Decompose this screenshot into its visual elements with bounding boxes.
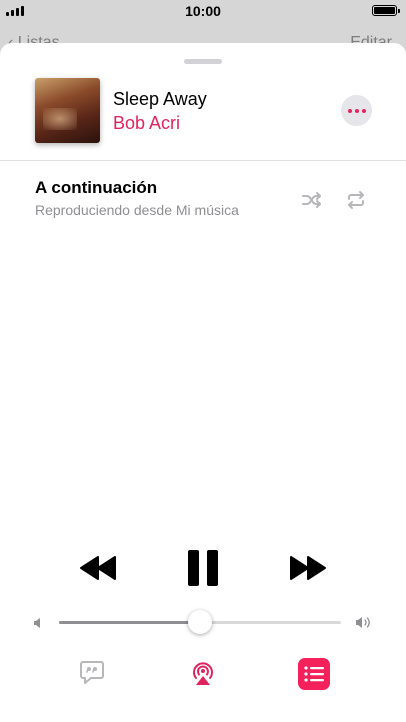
status-time: 10:00 bbox=[185, 3, 221, 19]
volume-level bbox=[59, 621, 200, 624]
airplay-icon[interactable] bbox=[190, 659, 216, 687]
status-bar: 10:00 bbox=[0, 0, 406, 22]
now-playing-sheet: Sleep Away Bob Acri A continuación Repro… bbox=[0, 43, 406, 722]
sheet-grabber[interactable] bbox=[184, 59, 222, 64]
rewind-icon[interactable] bbox=[79, 555, 117, 581]
ellipsis-icon bbox=[347, 108, 352, 113]
divider bbox=[0, 160, 406, 161]
repeat-icon[interactable] bbox=[345, 190, 367, 210]
queue-list-button[interactable] bbox=[298, 658, 330, 690]
volume-high-icon bbox=[356, 617, 370, 628]
song-artist[interactable]: Bob Acri bbox=[113, 113, 180, 134]
volume-low-icon bbox=[34, 618, 40, 628]
lyrics-icon[interactable] bbox=[80, 660, 104, 686]
more-options-button[interactable] bbox=[341, 95, 372, 126]
fast-forward-icon[interactable] bbox=[289, 555, 327, 581]
queue-list-icon bbox=[304, 666, 324, 682]
shuffle-icon[interactable] bbox=[301, 190, 323, 210]
volume-thumb[interactable] bbox=[188, 610, 212, 634]
up-next-title: A continuación bbox=[35, 178, 158, 197]
battery-icon bbox=[372, 5, 400, 16]
up-next-subtitle: Reproduciendo desde Mi música bbox=[35, 202, 239, 218]
album-artwork bbox=[35, 78, 100, 143]
pause-icon[interactable] bbox=[188, 550, 218, 586]
song-title: Sleep Away bbox=[113, 89, 207, 109]
